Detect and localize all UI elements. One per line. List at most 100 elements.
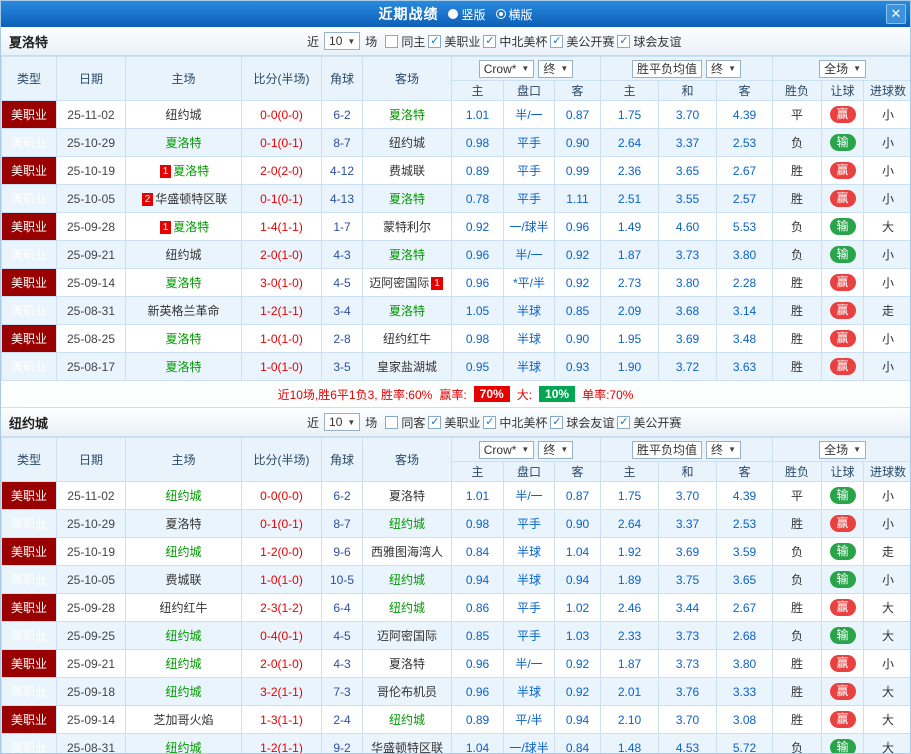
filter-checkbox[interactable]: ✓ 中北美杯: [483, 33, 547, 50]
avg-home: 2.64: [600, 128, 659, 157]
checkbox-icon: [385, 415, 399, 429]
filter-checkbox[interactable]: ✓ 美职业: [428, 414, 480, 431]
layout-radio[interactable]: 横版: [495, 6, 533, 23]
odds-handicap: 半/一: [503, 481, 555, 510]
odds-away: 0.92: [554, 240, 601, 269]
odds-home: 0.86: [451, 593, 504, 622]
odds-handicap: 半球: [503, 537, 555, 566]
filter-checkbox[interactable]: 同主: [385, 33, 425, 50]
scope-select[interactable]: 全场 ▼: [819, 440, 867, 459]
win-rate-label: 赢率:: [439, 387, 467, 402]
avg-draw: 3.70: [658, 100, 717, 129]
match-date: 25-11-02: [56, 100, 126, 129]
match-date: 25-10-19: [56, 537, 126, 566]
avg-away: 5.53: [715, 212, 774, 241]
col-away: 客场: [362, 437, 452, 482]
near-count-select[interactable]: 10 ▼: [324, 413, 361, 431]
team-name: 纽约城: [165, 248, 202, 262]
team-name: 纽约城: [165, 657, 202, 671]
corner-count: 6-2: [321, 481, 363, 510]
bookmaker-select[interactable]: Crow* ▼: [478, 59, 535, 78]
home-team: 纽约城: [125, 537, 242, 566]
filter-checkbox[interactable]: ✓ 美公开赛: [550, 33, 614, 50]
odds-away: 0.96: [554, 212, 601, 241]
avg-draw: 3.75: [658, 565, 717, 594]
league-type: 美职业: [1, 705, 57, 734]
odds-handicap: 平手: [503, 184, 555, 213]
sub-col-goals: 进球数: [863, 80, 910, 101]
avg-draw: 3.69: [658, 324, 717, 353]
home-team: 纽约城: [125, 481, 242, 510]
odds-handicap: 平/半: [503, 705, 555, 734]
filter-checkbox[interactable]: 同客: [385, 414, 425, 431]
col-home: 主场: [125, 437, 242, 482]
avg-away: 4.39: [715, 100, 774, 129]
filter-bar: 近 10 ▼ 场 同客 ✓ 美职业 ✓ 中北美杯 ✓ 球会友谊 ✓ 美公开赛: [307, 413, 681, 431]
avg-away: 3.14: [715, 296, 774, 325]
handicap-badge: 赢: [829, 599, 856, 616]
avg-home: 1.89: [600, 565, 659, 594]
match-score: 0-1(0-1): [241, 509, 322, 538]
match-row: 美职业 25-11-02 纽约城 0-0(0-0) 6-2 夏洛特 1.01 半/一 0.87 1…: [1, 481, 910, 510]
corner-count: 4-3: [321, 649, 363, 678]
rank-badge: 2: [141, 193, 154, 206]
goals-cell: 小: [863, 100, 910, 129]
odds-home: 0.96: [451, 677, 504, 706]
corner-count: 3-4: [321, 296, 363, 325]
sub-col-odds-away: 客: [554, 80, 601, 101]
scope-select[interactable]: 全场 ▼: [819, 59, 867, 78]
team-name: 西雅图海湾人: [370, 545, 443, 559]
away-team: 纽约城: [362, 705, 452, 734]
corner-count: 4-5: [321, 621, 363, 650]
col-score: 比分(半场): [241, 437, 322, 482]
handicap-badge: 赢: [829, 711, 856, 728]
corner-count: 4-3: [321, 240, 363, 269]
filter-checkbox[interactable]: ✓ 美职业: [428, 33, 480, 50]
filter-checkbox[interactable]: ✓ 美公开赛: [617, 414, 681, 431]
avg-label-box[interactable]: 胜平负均值: [632, 440, 703, 459]
team-name: 夏洛特: [388, 489, 425, 503]
avg-home: 1.92: [600, 537, 659, 566]
goals-cell: 大: [863, 621, 910, 650]
filter-checkbox[interactable]: ✓ 球会友谊: [550, 414, 614, 431]
odds-away: 1.11: [554, 184, 601, 213]
avg-home: 2.01: [600, 677, 659, 706]
bookmaker-select[interactable]: Crow* ▼: [478, 440, 535, 459]
filter-checkbox[interactable]: ✓ 球会友谊: [617, 33, 681, 50]
goals-cell: 小: [863, 240, 910, 269]
near-count-select[interactable]: 10 ▼: [324, 32, 361, 50]
goals-cell: 小: [863, 268, 910, 297]
handicap-badge: 赢: [829, 106, 856, 123]
chevron-down-icon: ▼: [521, 64, 530, 73]
goals-cell: 大: [863, 593, 910, 622]
checkbox-label: 同主: [401, 34, 426, 49]
avg-home: 1.87: [600, 240, 659, 269]
league-type: 美职业: [1, 733, 57, 753]
team-name: 纽约城: [388, 601, 425, 615]
match-score: 1-3(1-1): [241, 705, 322, 734]
filter-bar: 近 10 ▼ 场 同主 ✓ 美职业 ✓ 中北美杯 ✓ 美公开赛 ✓ 球会友谊: [307, 32, 681, 50]
result-cell: 胜: [772, 593, 823, 622]
result-cell: 负: [772, 128, 823, 157]
filter-checkbox[interactable]: ✓ 中北美杯: [483, 414, 547, 431]
avg-stage-select[interactable]: 终 ▼: [706, 440, 741, 459]
match-row: 美职业 25-10-05 2 华盛顿特区联 0-1(0-1) 4-13 夏洛特 0.78 平手 1…: [1, 184, 910, 213]
handicap-result-cell: 赢: [821, 705, 865, 734]
layout-radio[interactable]: 竖版: [448, 6, 486, 23]
odds-handicap: 一/球半: [503, 733, 555, 753]
league-type: 美职业: [1, 240, 57, 269]
match-score: 1-2(0-0): [241, 537, 322, 566]
away-team: 迈阿密国际 1: [362, 268, 452, 297]
close-icon[interactable]: ✕: [886, 4, 906, 24]
match-score: 0-1(0-1): [241, 184, 322, 213]
avg-stage-select[interactable]: 终 ▼: [706, 59, 741, 78]
away-team: 费城联: [362, 156, 452, 185]
odds-stage-select[interactable]: 终 ▼: [538, 59, 574, 78]
result-cell: 平: [772, 100, 823, 129]
odds-home: 0.92: [451, 212, 504, 241]
avg-label-box[interactable]: 胜平负均值: [632, 59, 703, 78]
odds-home: 0.98: [451, 509, 504, 538]
summary-text: 近10场,胜6平1负3, 胜率:60%: [277, 387, 433, 402]
rank-badge: 1: [159, 165, 172, 178]
odds-stage-select[interactable]: 终 ▼: [538, 440, 574, 459]
